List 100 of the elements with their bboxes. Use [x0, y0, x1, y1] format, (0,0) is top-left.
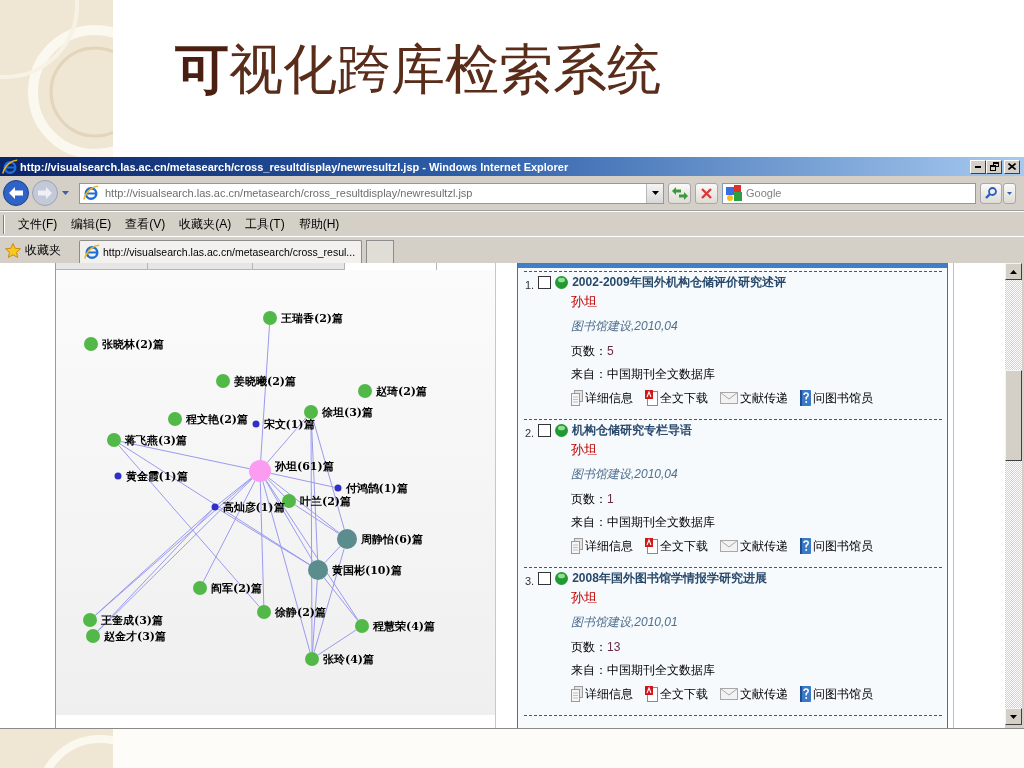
graph-node[interactable]: [305, 652, 319, 666]
graph-node[interactable]: [249, 460, 271, 482]
journal-info: 图书馆建设,2010,04: [571, 465, 678, 483]
help-book-icon: [800, 538, 811, 554]
result-title[interactable]: 2002-2009年国外机构仓储评价研究述评: [572, 273, 786, 291]
left-arrow-icon: [9, 187, 23, 199]
download-link[interactable]: 全文下载: [645, 389, 708, 407]
journal-info: 图书馆建设,2010,01: [571, 613, 678, 631]
ask-librarian-link[interactable]: 问图书馆员: [800, 389, 873, 407]
graph-node[interactable]: [216, 374, 230, 388]
graph-node[interactable]: [107, 433, 121, 447]
delivery-link[interactable]: 文献传递: [720, 537, 788, 555]
browser-logo-icon: [2, 158, 18, 175]
result-number: 3.: [525, 575, 535, 587]
author-link[interactable]: 孙坦: [571, 293, 597, 311]
details-link[interactable]: 详细信息: [571, 537, 633, 555]
restore-button[interactable]: [986, 159, 1002, 174]
caret-up-icon: [1010, 269, 1017, 274]
back-button[interactable]: [3, 180, 29, 206]
scroll-down-button[interactable]: [1005, 708, 1022, 725]
graph-node[interactable]: [358, 384, 372, 398]
journal-info: 图书馆建设,2010,04: [571, 317, 678, 335]
menu-item[interactable]: 查看(V): [119, 215, 172, 233]
graph-node[interactable]: [308, 560, 328, 580]
graph-node[interactable]: [168, 412, 182, 426]
node-label: 姜晓曦(2)篇: [234, 375, 297, 388]
envelope-icon: [720, 392, 738, 404]
node-label: 周静怡(6)篇: [361, 533, 424, 546]
new-tab-button[interactable]: [366, 240, 395, 263]
ask-librarian-link[interactable]: 问图书馆员: [800, 537, 873, 555]
scrollbar-thumb[interactable]: [1005, 370, 1022, 461]
search-options-button[interactable]: [1003, 182, 1016, 204]
node-label: 徐坦(3)篇: [322, 406, 374, 419]
node-label: 蒋飞燕(3)篇: [125, 434, 188, 447]
download-link[interactable]: 全文下载: [645, 537, 708, 555]
pdf-icon: [645, 390, 658, 406]
envelope-icon: [720, 540, 738, 552]
delivery-link[interactable]: 文献传递: [720, 685, 788, 703]
details-link[interactable]: 详细信息: [571, 389, 633, 407]
ask-librarian-link[interactable]: 问图书馆员: [800, 685, 873, 703]
graph-node[interactable]: [84, 337, 98, 351]
menu-item[interactable]: 收藏夹(A): [173, 215, 238, 233]
minimize-icon: [975, 165, 981, 168]
download-link[interactable]: 全文下载: [645, 685, 708, 703]
favorites-button[interactable]: 收藏夹: [3, 239, 63, 261]
help-book-icon: [800, 686, 811, 702]
menu-item[interactable]: 工具(T): [239, 215, 291, 233]
delivery-link[interactable]: 文献传递: [720, 389, 788, 407]
graph-node[interactable]: [263, 311, 277, 325]
scroll-up-button[interactable]: [1005, 263, 1022, 280]
node-label: 赵金才(3)篇: [104, 630, 167, 643]
page-icon: [83, 185, 99, 201]
search-button[interactable]: [980, 182, 1002, 204]
ball-icon: [555, 275, 569, 289]
browser-tab[interactable]: http://visualsearch.las.ac.cn/metasearch/cross_resul...: [79, 240, 363, 263]
slide-title: 可视化跨库检索系统: [175, 40, 661, 100]
stop-button[interactable]: [695, 182, 718, 204]
refresh-button[interactable]: [668, 182, 691, 204]
graph-node[interactable]: [86, 629, 100, 643]
details-link[interactable]: 详细信息: [571, 685, 633, 703]
menu-item[interactable]: 文件(F): [12, 215, 64, 233]
graph-node[interactable]: [334, 484, 342, 492]
envelope-icon: [720, 688, 738, 700]
stop-icon: [701, 187, 712, 199]
node-label: 张晓林(2)篇: [102, 338, 165, 351]
node-label: 张玲(4)篇: [323, 653, 375, 666]
source-info: 来自：中国期刊全文数据库: [571, 661, 715, 679]
graph-node[interactable]: [304, 405, 318, 419]
graph-node[interactable]: [337, 529, 357, 549]
graph-node[interactable]: [257, 605, 271, 619]
address-dropdown-button[interactable]: [646, 183, 663, 203]
pages-icon: [571, 686, 583, 702]
graph-node[interactable]: [355, 619, 369, 633]
checkbox[interactable]: [538, 571, 552, 585]
close-button[interactable]: [1004, 159, 1020, 174]
graph-node[interactable]: [193, 581, 207, 595]
node-label: 高灿彦(1)篇: [222, 501, 285, 514]
graph-node[interactable]: [114, 472, 122, 480]
menu-item[interactable]: 帮助(H): [292, 215, 346, 233]
checkbox[interactable]: [538, 423, 552, 437]
pages-icon: [571, 390, 583, 406]
result-number: 1.: [525, 279, 535, 291]
page-count: 13: [607, 640, 621, 654]
search-field[interactable]: Google: [722, 182, 976, 204]
page-count: 1: [607, 492, 614, 506]
result-number: 2.: [525, 427, 535, 439]
address-field[interactable]: http://visualsearch.las.ac.cn/metasearch/cross_resultdisplay/newresultzl.jsp: [79, 182, 664, 204]
minimize-button[interactable]: [970, 159, 986, 174]
menu-item[interactable]: 编辑(E): [65, 215, 118, 233]
node-label: 付鸿鹄(1)篇: [345, 482, 408, 495]
graph-node[interactable]: [252, 420, 260, 428]
checkbox[interactable]: [538, 275, 552, 289]
pdf-icon: [645, 538, 658, 554]
author-link[interactable]: 孙坦: [571, 441, 597, 459]
graph-node[interactable]: [211, 503, 219, 511]
result-title[interactable]: 机构仓储研究专栏导语: [572, 421, 693, 439]
ball-icon: [555, 423, 569, 437]
result-title[interactable]: 2008年国外图书馆学情报学研究进展: [572, 569, 767, 587]
author-link[interactable]: 孙坦: [571, 589, 597, 607]
graph-node[interactable]: [83, 613, 97, 627]
